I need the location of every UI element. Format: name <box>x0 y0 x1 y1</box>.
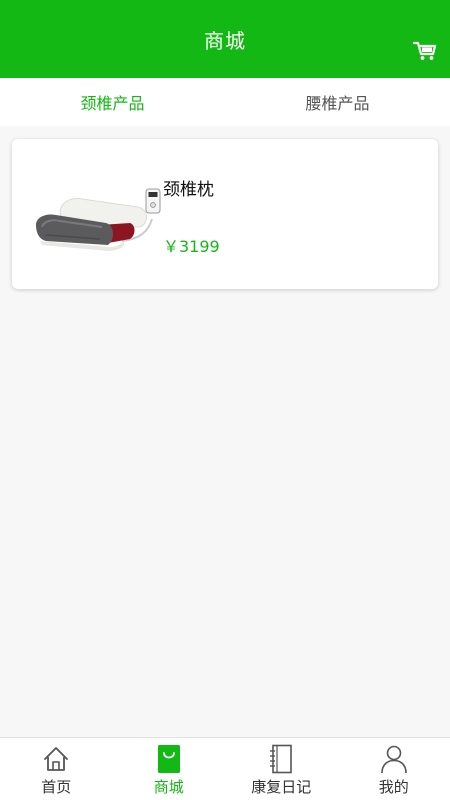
shop-screen: 商城 颈椎产品 腰椎产品 颈椎枕 ￥3199 首页 商城 康复日记 我的 <box>0 0 450 800</box>
tab-cervical-products[interactable]: 颈椎产品 <box>0 78 225 126</box>
nav-item-shop[interactable]: 商城 <box>113 738 226 800</box>
tab-lumbar-products[interactable]: 腰椎产品 <box>225 78 450 126</box>
nav-item-rehab-diary[interactable]: 康复日记 <box>225 738 338 800</box>
diary-icon <box>270 744 293 774</box>
nav-label: 首页 <box>41 778 72 796</box>
cart-icon <box>413 41 437 60</box>
tab-label: 腰椎产品 <box>305 94 370 113</box>
home-icon <box>44 747 69 771</box>
top-bar: 商城 <box>0 0 450 78</box>
product-price: ￥3199 <box>163 237 220 256</box>
user-icon <box>380 745 407 774</box>
page-title: 商城 <box>204 28 246 53</box>
category-tabs: 颈椎产品 腰椎产品 <box>0 78 450 126</box>
product-image <box>26 161 166 271</box>
pillow-icon <box>36 188 161 251</box>
product-name: 颈椎枕 <box>163 180 214 200</box>
tab-label: 颈椎产品 <box>80 94 145 113</box>
nav-item-home[interactable]: 首页 <box>0 738 113 800</box>
product-card[interactable]: 颈椎枕 ￥3199 <box>12 139 438 289</box>
shopping-bag-icon <box>157 745 180 773</box>
nav-item-profile[interactable]: 我的 <box>338 738 450 800</box>
nav-label: 我的 <box>378 778 409 796</box>
nav-label: 康复日记 <box>251 778 312 796</box>
bottom-nav: 首页 商城 康复日记 我的 <box>0 737 450 800</box>
nav-label: 商城 <box>153 778 184 796</box>
cart-button[interactable] <box>412 38 438 64</box>
